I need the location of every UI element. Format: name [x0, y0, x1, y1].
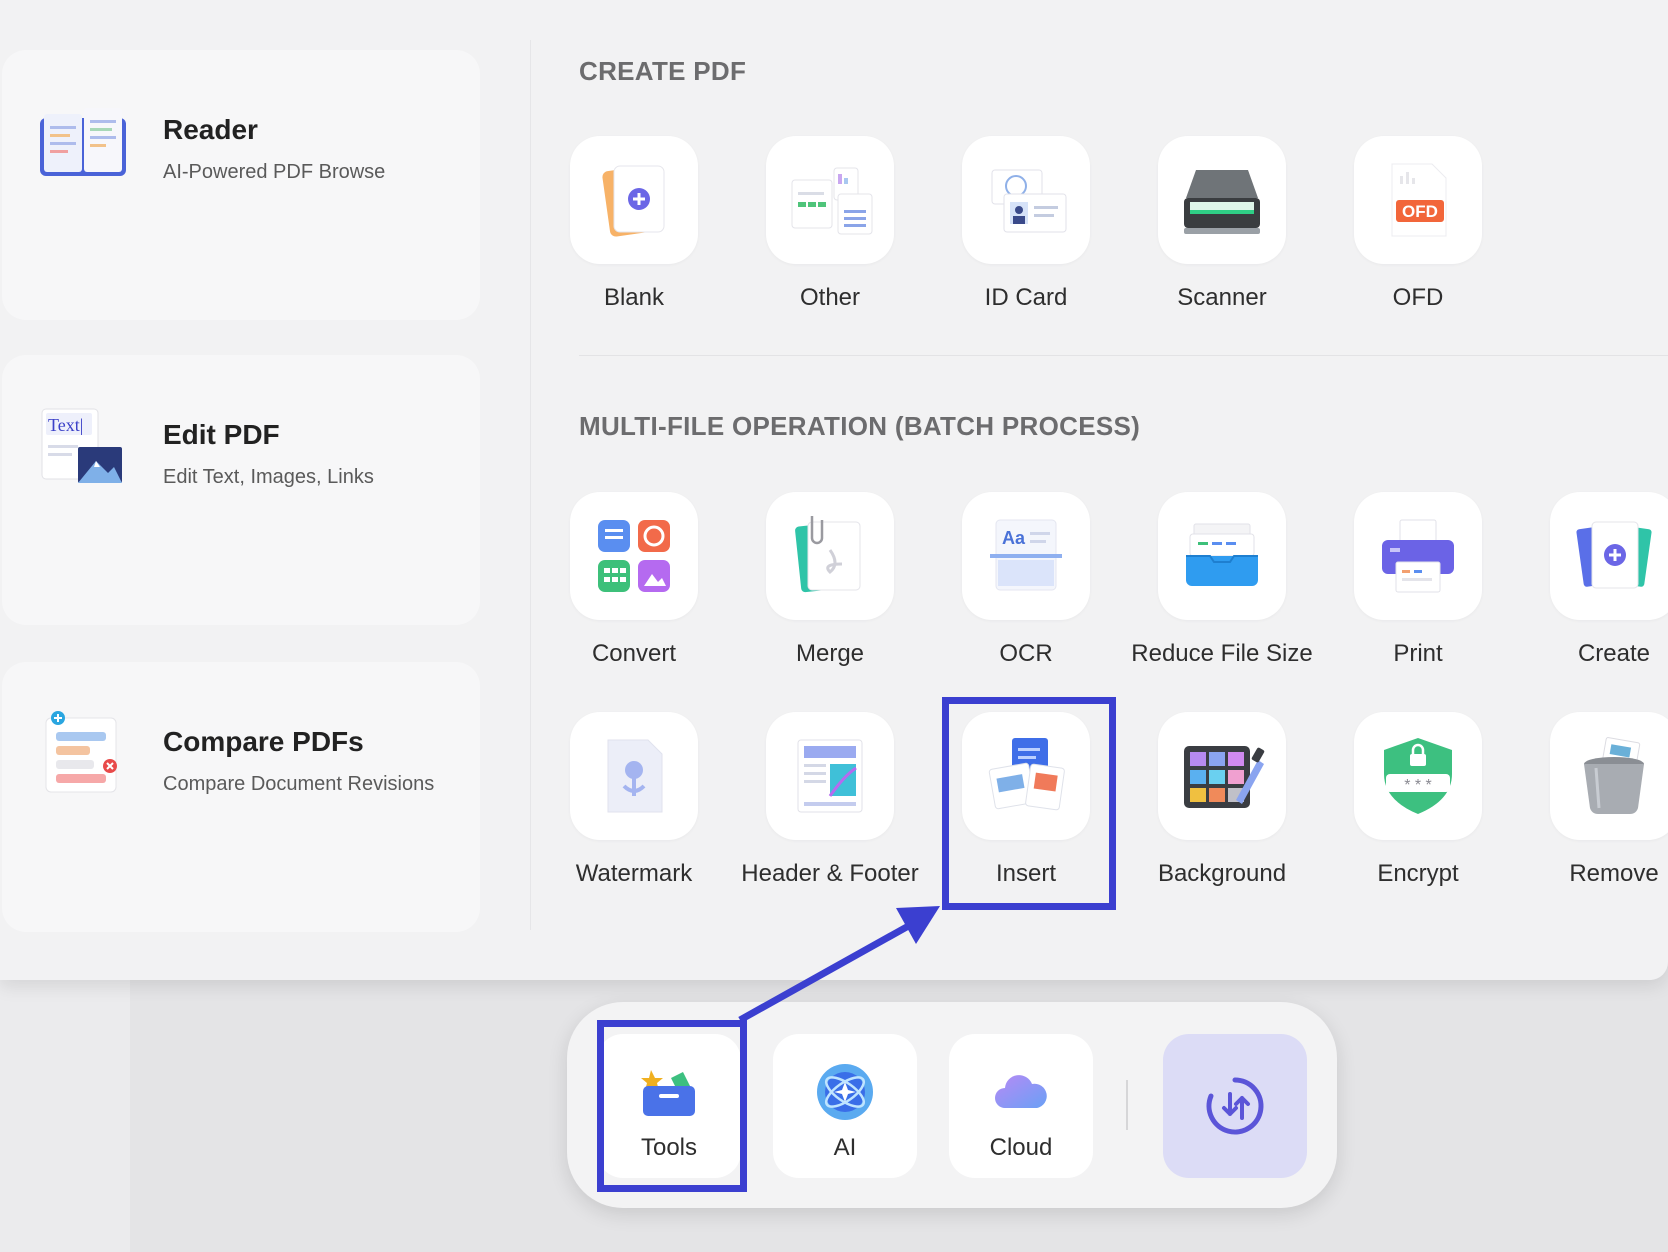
create-doc-icon	[1576, 521, 1652, 589]
tools-highlight-box	[597, 1020, 747, 1192]
scanner-icon	[1184, 170, 1260, 234]
watermark-icon	[607, 739, 663, 813]
color-palette-icon	[1184, 746, 1265, 808]
vertical-divider	[530, 40, 531, 930]
remove-label: Remove	[1569, 860, 1659, 887]
encrypt-tool[interactable]: * * * Encrypt	[1320, 712, 1516, 888]
edit-pdf-card[interactable]: Text| Edit PDF Edit Text, Images, Links	[2, 355, 480, 625]
ofd-tool[interactable]: OFD OFD	[1320, 136, 1516, 312]
background-strip	[0, 980, 130, 1252]
edit-pdf-title: Edit PDF	[163, 419, 280, 450]
compare-pdfs-title: Compare PDFs	[163, 726, 364, 757]
trash-bin-icon	[1584, 737, 1644, 814]
id-card-tool[interactable]: ID Card	[928, 136, 1124, 312]
multi-file-heading: MULTI-FILE OPERATION (BATCH PROCESS)	[579, 411, 1141, 441]
merge-label: Merge	[795, 640, 865, 667]
watermark-label: Watermark	[575, 860, 693, 887]
print-label: Print	[1393, 640, 1443, 667]
dock-ai-label: AI	[833, 1134, 857, 1161]
header-footer-icon	[797, 739, 863, 813]
watermark-tool[interactable]: Watermark	[536, 712, 732, 888]
ofd-label: OFD	[1392, 284, 1444, 311]
dock-ai-button[interactable]: AI	[773, 1034, 917, 1178]
create-pdf-heading: CREATE PDF	[579, 56, 747, 86]
blank-tool[interactable]: Blank	[536, 136, 732, 312]
edit-text-icon: Text|	[41, 408, 122, 483]
ofd-file-icon: OFD	[1391, 163, 1447, 237]
edit-icon-text: Text|	[48, 415, 83, 435]
dock-cloud-label: Cloud	[989, 1134, 1053, 1161]
ocr-tool[interactable]: Aa OCR	[928, 492, 1124, 668]
svg-text:* * *: * * *	[1404, 777, 1432, 794]
shield-lock-icon: * * *	[1384, 738, 1452, 814]
convert-label: Convert	[591, 640, 677, 667]
other-label: Other	[799, 284, 861, 311]
create-label: Create	[1577, 640, 1651, 667]
reader-subtitle: AI-Powered PDF Browse	[163, 161, 386, 183]
dock-divider	[1126, 1080, 1128, 1130]
collapse-toggle-icon	[1206, 1077, 1264, 1135]
blank-label: Blank	[603, 284, 665, 311]
background-label: Background	[1157, 860, 1287, 887]
reduce-file-size-tool[interactable]: Reduce File Size	[1124, 492, 1320, 668]
compare-doc-icon	[45, 711, 117, 793]
tools-panel: Reader AI-Powered PDF Browse Text| Edit …	[0, 0, 1668, 980]
id-card-icon	[991, 169, 1067, 233]
reader-book-icon	[40, 108, 126, 176]
compare-pdfs-subtitle: Compare Document Revisions	[163, 773, 435, 795]
ofd-badge: OFD	[1402, 202, 1438, 221]
reduce-file-size-label: Reduce File Size	[1131, 640, 1313, 667]
merge-icon	[795, 516, 861, 593]
ocr-icon-text: Aa	[1002, 528, 1026, 548]
background-tool[interactable]: Background	[1124, 712, 1320, 888]
ocr-label: OCR	[999, 640, 1053, 667]
create-tool[interactable]: Create	[1516, 492, 1668, 668]
reader-card[interactable]: Reader AI-Powered PDF Browse	[2, 50, 480, 320]
convert-tool[interactable]: Convert	[536, 492, 732, 668]
insert-highlight-box	[942, 697, 1116, 910]
ai-orb-icon	[817, 1064, 873, 1120]
id-card-label: ID Card	[984, 284, 1068, 311]
dock-collapse-button[interactable]	[1163, 1034, 1307, 1178]
printer-icon	[1382, 519, 1454, 593]
compress-box-icon	[1186, 523, 1258, 586]
scanner-tool[interactable]: Scanner	[1124, 136, 1320, 312]
blank-page-icon	[602, 165, 665, 237]
encrypt-label: Encrypt	[1377, 860, 1459, 887]
header-footer-label: Header & Footer	[741, 860, 919, 887]
cloud-icon	[995, 1075, 1047, 1108]
other-docs-icon	[791, 167, 873, 235]
header-footer-tool[interactable]: Header & Footer	[732, 712, 928, 888]
merge-tool[interactable]: Merge	[732, 492, 928, 668]
convert-icon	[598, 520, 670, 592]
remove-tool[interactable]: Remove	[1516, 712, 1668, 888]
section-divider	[579, 355, 1668, 356]
scanner-label: Scanner	[1177, 284, 1267, 311]
reader-title: Reader	[163, 114, 258, 145]
print-tool[interactable]: Print	[1320, 492, 1516, 668]
compare-pdfs-card[interactable]: Compare PDFs Compare Document Revisions	[2, 662, 480, 932]
edit-pdf-subtitle: Edit Text, Images, Links	[163, 466, 374, 488]
other-tool[interactable]: Other	[732, 136, 928, 312]
dock-cloud-button[interactable]: Cloud	[949, 1034, 1093, 1178]
ocr-icon: Aa	[990, 519, 1062, 591]
